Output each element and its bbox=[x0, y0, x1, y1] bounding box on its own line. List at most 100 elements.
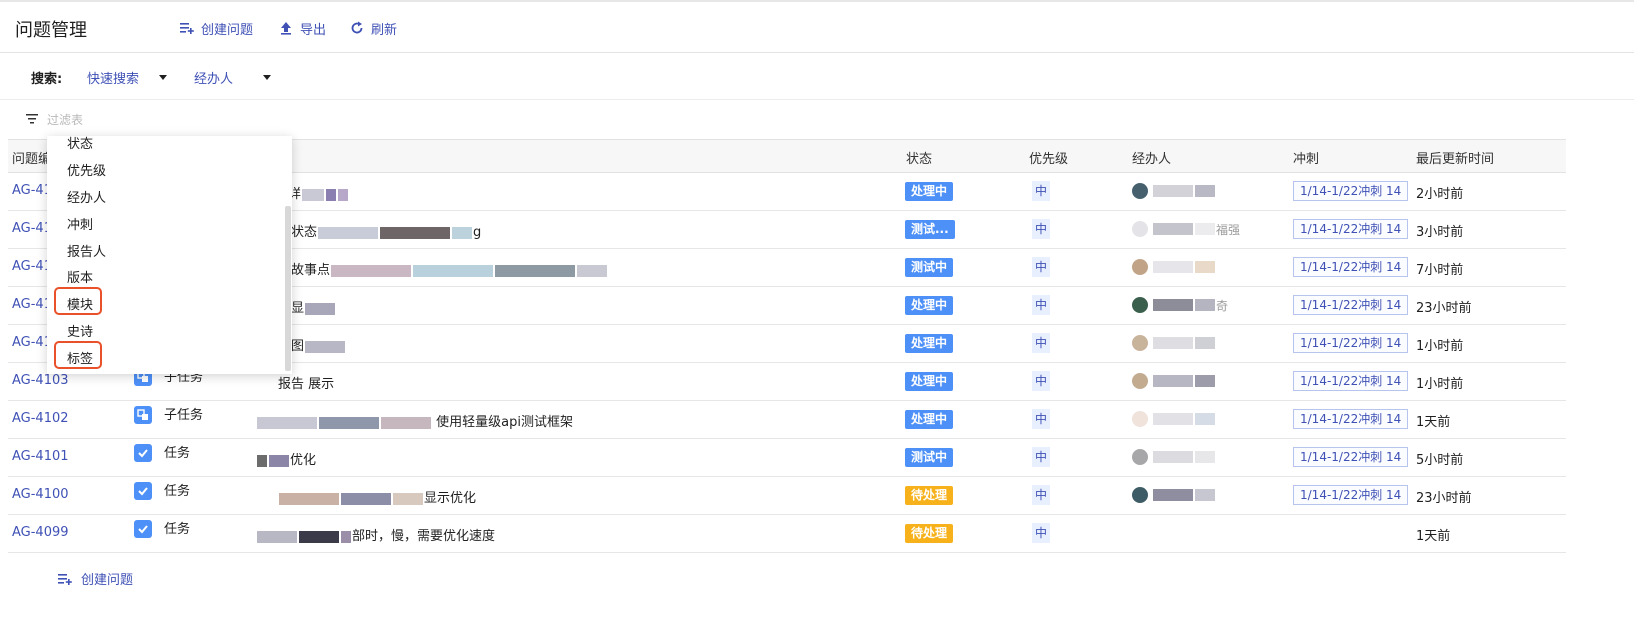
issue-key[interactable]: AG-41 bbox=[12, 221, 52, 236]
issue-summary[interactable]: 报告 展示 bbox=[256, 373, 334, 392]
assignee-cell bbox=[1132, 254, 1216, 280]
quick-search-dropdown[interactable]: 快速搜索 bbox=[87, 68, 168, 87]
issue-type: 任务 bbox=[164, 484, 191, 499]
status-badge: 处理中 bbox=[905, 410, 954, 429]
issue-summary[interactable]: 改故事点 bbox=[256, 259, 608, 278]
menu-item-assignee[interactable]: 经办人 bbox=[67, 187, 106, 206]
assignee-cell: 福强 bbox=[1132, 216, 1240, 242]
table-row[interactable]: AG-4099 任务 部时，慢，需要优化速度 待处理 中 1天前 bbox=[8, 515, 1566, 553]
issue-key[interactable]: AG-4101 bbox=[12, 449, 69, 464]
updated-time: 1小时前 bbox=[1416, 377, 1464, 392]
refresh-button[interactable]: 刷新 bbox=[349, 18, 397, 38]
sprint-tag[interactable]: 1/14-1/22冲刺 14 bbox=[1293, 447, 1409, 467]
updated-time: 23小时前 bbox=[1416, 491, 1472, 506]
menu-item-status[interactable]: 状态 bbox=[67, 136, 93, 152]
create-list-icon bbox=[180, 23, 194, 34]
status-badge: 待处理 bbox=[905, 486, 954, 505]
sprint-tag[interactable]: 1/14-1/22冲刺 14 bbox=[1293, 181, 1409, 201]
issue-key[interactable]: AG-4099 bbox=[12, 525, 69, 540]
menu-item-priority[interactable]: 优先级 bbox=[67, 160, 106, 179]
issue-key[interactable]: AG-41 bbox=[12, 259, 52, 274]
column-filter-menu: 状态 优先级 经办人 冲刺 报告人 版本 模块 史诗 标签 bbox=[47, 136, 292, 374]
assignee-dropdown[interactable]: 经办人 bbox=[194, 68, 272, 87]
avatar bbox=[1132, 259, 1148, 275]
issue-type: 子任务 bbox=[164, 408, 204, 423]
column-priority[interactable]: 优先级 bbox=[1029, 148, 1068, 167]
updated-time: 1天前 bbox=[1416, 415, 1451, 430]
issue-summary[interactable]: 显示优化 bbox=[256, 487, 476, 506]
status-badge: 测试中 bbox=[905, 448, 954, 467]
checkbox-task-icon bbox=[134, 444, 152, 462]
menu-item-sprint[interactable]: 冲刺 bbox=[67, 214, 93, 233]
create-issue-label: 创建问题 bbox=[201, 22, 254, 38]
avatar bbox=[1132, 183, 1148, 199]
priority-badge: 中 bbox=[1032, 295, 1050, 315]
updated-time: 1小时前 bbox=[1416, 339, 1464, 354]
create-issue-footer-button[interactable]: 创建问题 bbox=[57, 569, 133, 588]
avatar bbox=[1132, 487, 1148, 503]
issue-summary[interactable]: 使用轻量级api测试框架 bbox=[256, 411, 573, 430]
priority-badge: 中 bbox=[1032, 409, 1050, 429]
menu-item-reporter[interactable]: 报告人 bbox=[67, 241, 106, 260]
upload-icon bbox=[281, 22, 291, 35]
sprint-tag[interactable]: 1/14-1/22冲刺 14 bbox=[1293, 409, 1409, 429]
issue-key[interactable]: AG-41 bbox=[12, 335, 52, 350]
filter-icon[interactable] bbox=[25, 112, 39, 126]
quick-search-label: 快速搜索 bbox=[87, 72, 140, 87]
column-key[interactable]: 问题编 bbox=[12, 148, 51, 167]
priority-badge: 中 bbox=[1032, 523, 1050, 543]
column-assignee[interactable]: 经办人 bbox=[1132, 148, 1171, 167]
subtask-icon bbox=[134, 406, 152, 424]
issue-summary[interactable]: 部时，慢，需要优化速度 bbox=[256, 525, 495, 544]
column-sprint[interactable]: 冲刺 bbox=[1293, 148, 1319, 167]
assignee-cell bbox=[1132, 368, 1216, 394]
assignee-cell bbox=[1132, 330, 1216, 356]
status-badge: 处理中 bbox=[905, 334, 954, 353]
status-badge: 处理中 bbox=[905, 296, 954, 315]
assignee-cell bbox=[1132, 482, 1216, 508]
priority-badge: 中 bbox=[1032, 181, 1050, 201]
column-status[interactable]: 状态 bbox=[906, 148, 932, 167]
issue-key[interactable]: AG-41 bbox=[12, 183, 52, 198]
assignee-name: 奇 bbox=[1216, 298, 1229, 313]
chevron-down-icon bbox=[263, 75, 272, 80]
sprint-tag[interactable]: 1/14-1/22冲刺 14 bbox=[1293, 219, 1409, 239]
menu-scrollbar[interactable] bbox=[285, 206, 291, 371]
sprint-tag[interactable]: 1/14-1/22冲刺 14 bbox=[1293, 257, 1409, 277]
export-label: 导出 bbox=[300, 22, 327, 38]
sprint-tag[interactable]: 1/14-1/22冲刺 14 bbox=[1293, 371, 1409, 391]
sprint-tag[interactable]: 1/14-1/22冲刺 14 bbox=[1293, 333, 1409, 353]
issue-summary[interactable]: 优化 bbox=[256, 449, 316, 468]
priority-badge: 中 bbox=[1032, 257, 1050, 277]
table-row[interactable]: AG-4101 任务 优化 测试中 中 1/14-1/22冲刺 14 5小时前 bbox=[8, 439, 1566, 477]
sprint-tag[interactable]: 1/14-1/22冲刺 14 bbox=[1293, 485, 1409, 505]
menu-item-version[interactable]: 版本 bbox=[67, 267, 93, 286]
export-button[interactable]: 导出 bbox=[278, 18, 326, 38]
issue-key[interactable]: AG-4103 bbox=[12, 373, 69, 388]
search-bar: 搜索: 快速搜索 经办人 bbox=[0, 53, 1634, 100]
priority-badge: 中 bbox=[1032, 485, 1050, 505]
status-badge: 测试中 bbox=[905, 258, 954, 277]
avatar bbox=[1132, 411, 1148, 427]
issue-key[interactable]: AG-4100 bbox=[12, 487, 69, 502]
assignee-name: 福强 bbox=[1216, 222, 1241, 237]
create-issue-footer-label: 创建问题 bbox=[81, 573, 134, 588]
table-row[interactable]: AG-4100 任务 显示优化 待处理 中 1/14-1/22冲刺 14 23小… bbox=[8, 477, 1566, 515]
create-issue-button[interactable]: 创建问题 bbox=[179, 18, 253, 38]
issue-key[interactable]: AG-41 bbox=[12, 297, 52, 312]
page-header: 问题管理 创建问题 导出 刷新 bbox=[0, 2, 1634, 53]
status-badge: 处理中 bbox=[905, 182, 954, 201]
page-title: 问题管理 bbox=[15, 20, 87, 41]
column-updated[interactable]: 最后更新时间 bbox=[1416, 148, 1494, 167]
assignee-cell bbox=[1132, 444, 1216, 470]
status-badge: 处理中 bbox=[905, 372, 954, 391]
updated-time: 2小时前 bbox=[1416, 187, 1464, 202]
refresh-label: 刷新 bbox=[371, 22, 398, 38]
assignee-cell: 奇 bbox=[1132, 292, 1228, 318]
table-row[interactable]: AG-4102 子任务 使用轻量级api测试框架 处理中 中 1/14-1/22… bbox=[8, 401, 1566, 439]
issue-key[interactable]: AG-4102 bbox=[12, 411, 69, 426]
menu-item-epic[interactable]: 史诗 bbox=[67, 321, 93, 340]
checkbox-task-icon bbox=[134, 520, 152, 538]
sprint-tag[interactable]: 1/14-1/22冲刺 14 bbox=[1293, 295, 1409, 315]
filter-input[interactable]: 过滤表 bbox=[47, 111, 83, 128]
